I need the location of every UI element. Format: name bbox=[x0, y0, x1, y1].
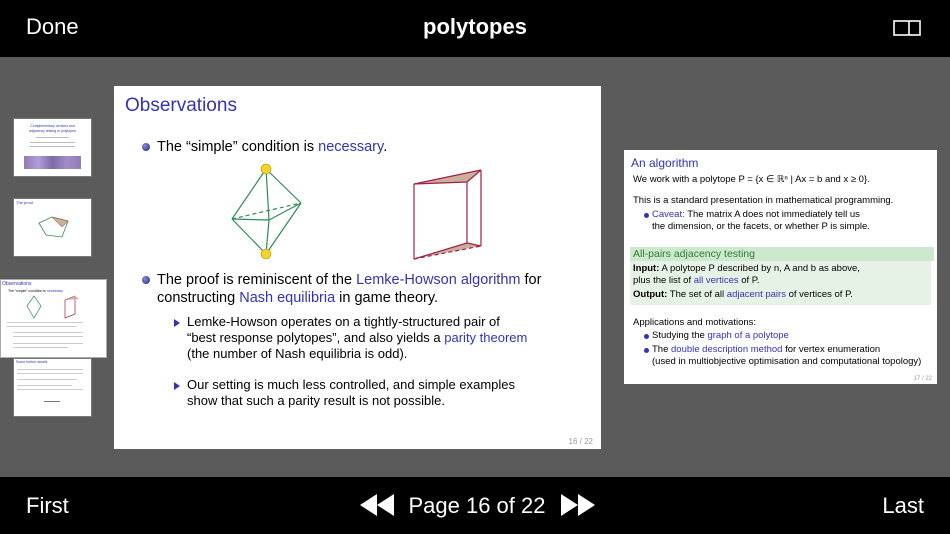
bullet-text: The “simple” condition is necessary. bbox=[157, 139, 388, 155]
thumbnail-lines bbox=[17, 373, 83, 374]
slide-text: Caveat: The matrix A does not immediatel… bbox=[652, 209, 860, 220]
thumbnail-title: Some further details bbox=[16, 360, 48, 364]
thumbnail-lines bbox=[36, 137, 69, 138]
thumbnail-image bbox=[24, 156, 81, 169]
thumbnail-lines bbox=[30, 146, 75, 147]
slide-text: Applications and motivations: bbox=[633, 317, 757, 328]
current-slide: Observations The “simple” condition is n… bbox=[114, 86, 601, 449]
bullet-icon bbox=[644, 348, 649, 353]
thumbnail-lines bbox=[7, 322, 83, 323]
block-text: Output: The set of all adjacent pairs of… bbox=[633, 289, 853, 300]
document-title: polytopes bbox=[423, 14, 527, 39]
thumbnail-lines bbox=[17, 369, 83, 370]
thumbnail-lines bbox=[30, 142, 75, 143]
thumbnail-title: Complementary vertices and bbox=[30, 124, 75, 128]
slide-text: Studying the graph of a polytope bbox=[652, 330, 789, 341]
first-page-button[interactable]: First bbox=[26, 493, 69, 519]
slide-text: the dimension, or the facets, or whether… bbox=[652, 221, 870, 232]
thumbnail-title: adjacency testing in polytopes bbox=[29, 129, 76, 133]
slide-text: (used in multiobjective optimisation and… bbox=[652, 356, 922, 367]
bullet-text: The proof is reminiscent of the Lemke-Ho… bbox=[157, 272, 542, 288]
bullet-icon bbox=[644, 213, 649, 218]
thumbnail-page-17[interactable]: Some further details bbox=[13, 358, 92, 417]
thumbnail-lines bbox=[13, 336, 83, 337]
sub-bullet-text: (the number of Nash equilibria is odd). bbox=[187, 346, 408, 361]
polytope-diagram bbox=[231, 163, 482, 260]
thumbnail-page-16[interactable]: Observations The “simple” condition is n… bbox=[0, 279, 107, 358]
fast-forward-icon[interactable] bbox=[561, 494, 595, 516]
thumbnail-lines bbox=[17, 389, 83, 390]
sub-bullet-text: Lemke-Howson operates on a tightly-struc… bbox=[187, 314, 500, 329]
last-page-button[interactable]: Last bbox=[882, 493, 924, 519]
rewind-icon[interactable] bbox=[360, 494, 394, 516]
bullet-icon bbox=[644, 334, 649, 339]
bullet-text: constructing Nash equilibria in game the… bbox=[157, 290, 439, 306]
slide-page-number: 17 / 22 bbox=[913, 376, 932, 382]
thumbnail-lines bbox=[13, 343, 83, 344]
bottom-bar: First Page 16 of 22 Last bbox=[0, 477, 950, 534]
block-text: Input: A polytope P described by n, A an… bbox=[633, 263, 860, 274]
page-indicator: Page 16 of 22 bbox=[408, 493, 546, 518]
sub-bullet-text: show that such a parity result is not po… bbox=[187, 393, 445, 408]
sub-bullet-text: “best response polytopes”, and also yiel… bbox=[187, 330, 528, 345]
thumbnail-title: The proof bbox=[16, 200, 34, 205]
thumbnail-lines bbox=[17, 379, 77, 380]
thumbnail-diagram bbox=[38, 216, 69, 238]
thumbnail-lines bbox=[13, 332, 83, 333]
slide-title: Observations bbox=[125, 95, 237, 116]
slide-title: An algorithm bbox=[631, 156, 699, 170]
block-text: plus the list of all vertices of P. bbox=[633, 275, 760, 286]
algorithm-block: All-pairs adjacency testing Input: A pol… bbox=[630, 247, 934, 305]
slide-page-number: 16 / 22 bbox=[568, 437, 593, 446]
thumbnail-lines bbox=[44, 401, 60, 402]
thumbnail-diagram bbox=[26, 295, 79, 319]
thumbnail-page-16-proof[interactable]: The proof bbox=[13, 198, 92, 257]
thumbnail-lines bbox=[13, 347, 68, 348]
slide-text: We work with a polytope P = {x ∈ ℝⁿ | Ax… bbox=[633, 174, 870, 185]
bullet-icon bbox=[142, 143, 150, 151]
thumbnail-text: The “simple” condition is necessary. bbox=[8, 289, 64, 293]
thumbnail-page-15[interactable]: Complementary vertices and adjacency tes… bbox=[13, 118, 92, 177]
next-slide[interactable]: An algorithm We work with a polytope P =… bbox=[624, 150, 937, 384]
block-title: All-pairs adjacency testing bbox=[630, 247, 934, 261]
top-bar: Done polytopes bbox=[0, 0, 950, 57]
thumbnail-title: Observations bbox=[2, 281, 32, 287]
sub-bullet-text: Our setting is much less controlled, and… bbox=[187, 377, 516, 392]
sub-bullet-icon bbox=[174, 319, 180, 327]
bullet-icon bbox=[142, 276, 150, 284]
slide-text: This is a standard presentation in mathe… bbox=[633, 195, 894, 206]
slide-text: The double description method for vertex… bbox=[652, 344, 881, 355]
sub-bullet-icon bbox=[174, 382, 180, 390]
thumbnail-lines bbox=[7, 326, 77, 327]
thumbnail-lines bbox=[17, 385, 72, 386]
two-page-layout-icon[interactable] bbox=[893, 19, 921, 37]
